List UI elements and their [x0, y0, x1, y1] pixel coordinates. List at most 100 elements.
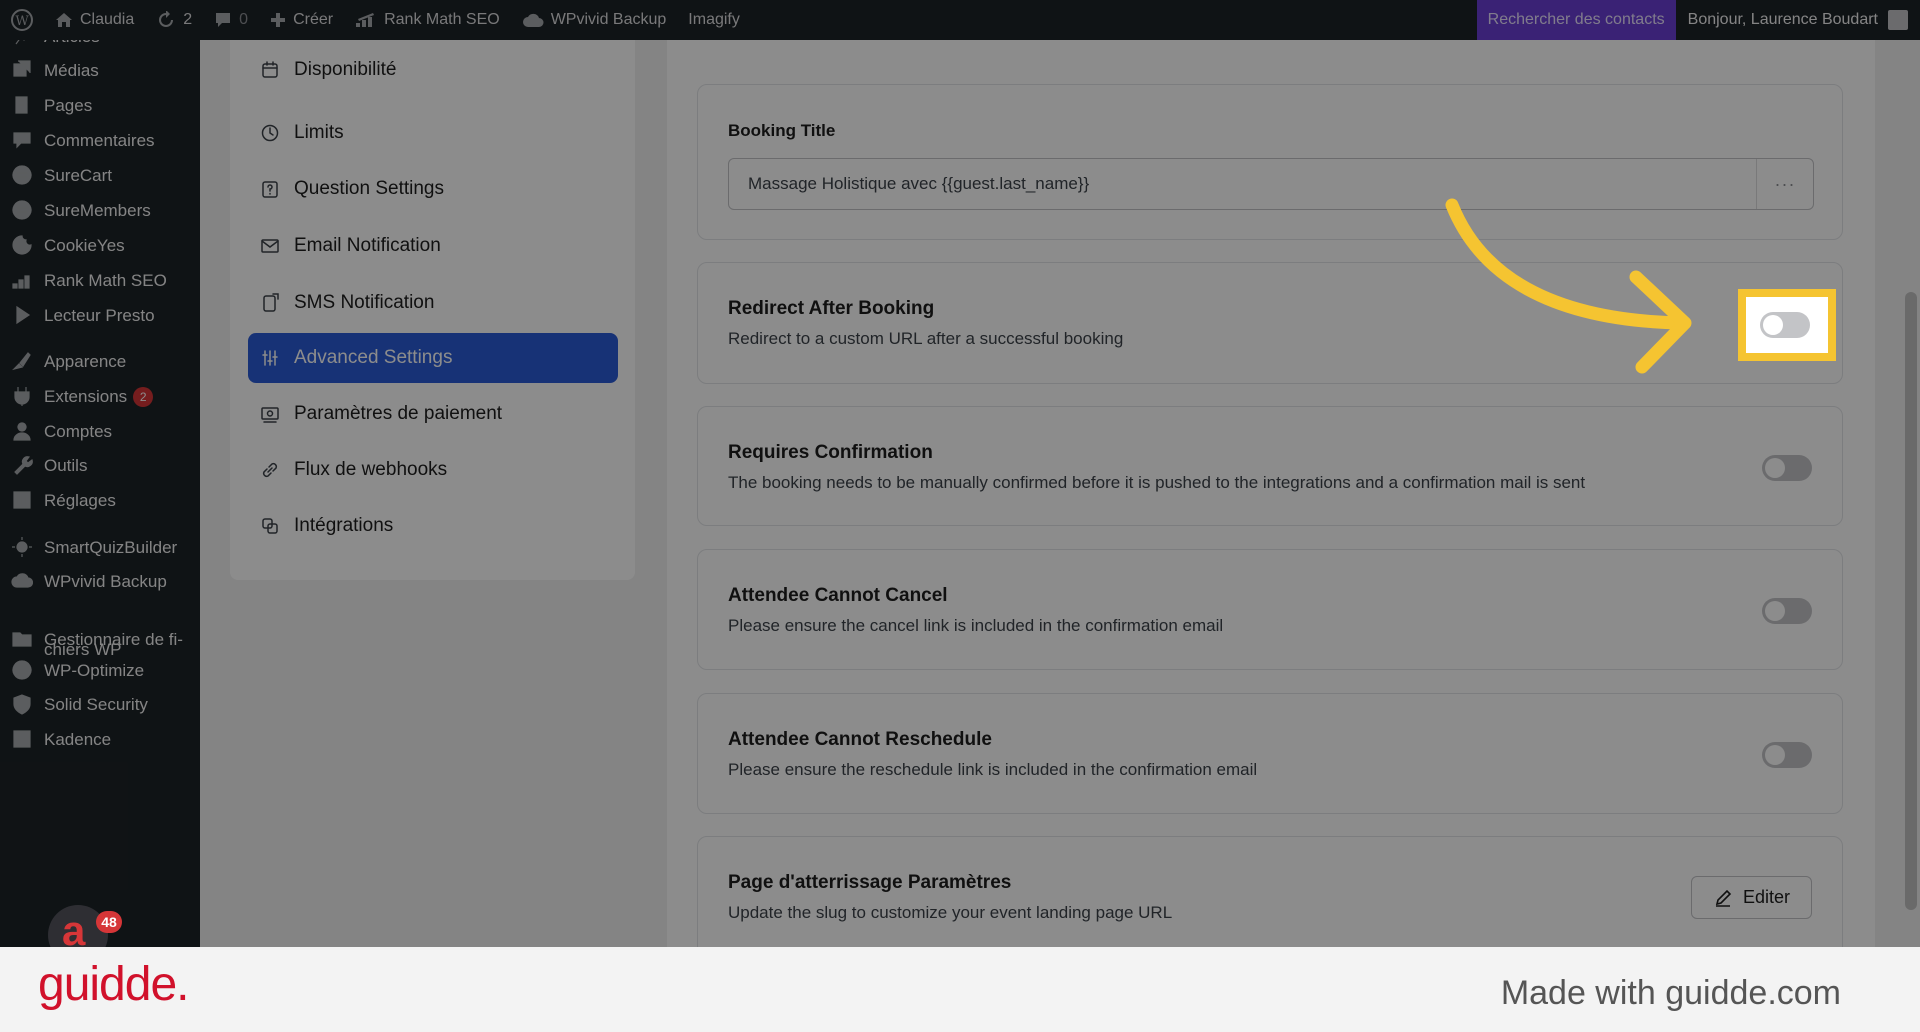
booking-title-label: Booking Title	[728, 121, 836, 140]
sidebar-item-label: CookieYes	[44, 235, 125, 255]
landing-page-title: Page d'atterrissage Paramètres	[728, 872, 1012, 893]
settings-nav-item-disponibilite[interactable]: Disponibilité	[248, 45, 618, 95]
pencil-icon	[1715, 889, 1732, 907]
comments-link[interactable]: 0	[203, 0, 259, 40]
admin-bar: W Claudia 2 0 Créer Rank Math SEO WPvivi…	[0, 0, 1920, 40]
plugin-icon	[10, 384, 34, 408]
imagify-link[interactable]: Imagify	[677, 0, 751, 40]
user-account-menu[interactable]: Bonjour, Laurence Boudart	[1676, 0, 1920, 40]
sidebar-item-label: Médias	[44, 60, 99, 80]
sms-icon	[260, 293, 280, 313]
mail-icon	[260, 236, 280, 256]
more-options-button[interactable]: ···	[1756, 159, 1813, 209]
edit-label: Editer	[1742, 887, 1791, 907]
sidebar-item-label: Réglages	[44, 490, 116, 510]
made-with-text: Made with guidde.com	[1500, 974, 1841, 1012]
settings-nav-label: Email Notification	[294, 235, 441, 256]
cannot-reschedule-title: Attendee Cannot Reschedule	[728, 729, 992, 750]
user-greeting: Bonjour, Laurence Boudart	[1687, 11, 1878, 28]
cannot-cancel-toggle[interactable]	[1762, 598, 1812, 624]
edit-slug-button[interactable]: Editer	[1691, 876, 1812, 919]
comment-icon	[10, 128, 34, 152]
settings-nav-item-email-notification[interactable]: Email Notification	[248, 221, 618, 271]
comment-icon	[216, 13, 231, 27]
settings-nav-label: Intégrations	[294, 515, 394, 536]
rankmath-link[interactable]: Rank Math SEO	[344, 0, 511, 40]
new-label: Créer	[293, 11, 334, 28]
surecart-icon	[10, 163, 34, 187]
cannot-reschedule-toggle[interactable]	[1762, 742, 1812, 768]
cannot-reschedule-description: Please ensure the reschedule link is inc…	[728, 760, 1258, 779]
imagify-label: Imagify	[688, 11, 740, 28]
sidebar-item-label: Solid Security	[44, 694, 148, 714]
new-content-link[interactable]: Créer	[259, 0, 344, 40]
sidebar-item-label: WP-Optimize	[44, 660, 145, 680]
pages-icon	[10, 93, 34, 117]
sidebar-item-label: Comptes	[44, 421, 113, 441]
comments-count: 0	[239, 11, 249, 28]
guidde-logo: guidde.	[38, 958, 189, 1011]
settings-nav-item-integrations[interactable]: Intégrations	[248, 501, 618, 551]
booking-title-value: Massage Holistique avec {{guest.last_nam…	[748, 174, 1090, 193]
redirect-after-booking-toggle[interactable]	[1760, 312, 1810, 338]
gear-icon	[10, 535, 34, 559]
requires-confirmation-toggle[interactable]	[1762, 455, 1812, 481]
settings-nav-label: Paramètres de paiement	[294, 403, 503, 424]
payment-icon	[260, 404, 280, 424]
requires-confirmation-title: Requires Confirmation	[728, 442, 933, 463]
update-count-badge: 2	[133, 387, 154, 408]
sidebar-item-label: WPvivid Backup	[44, 571, 167, 591]
optimize-icon	[10, 658, 34, 682]
user-icon	[10, 419, 34, 443]
sidebar-item-label: Extensions 2	[44, 385, 154, 408]
sidebar-item-label: Rank Math SEO	[44, 270, 167, 290]
sidebar-item-label: Kadence	[44, 729, 112, 749]
sidebar-item-label: SureCart	[44, 165, 113, 185]
settings-nav-item-advanced-settings[interactable]: Advanced Settings	[248, 333, 618, 383]
settings-nav-label: Limits	[294, 122, 344, 143]
admin-sidebar: Articles Médias Pages Commentaires SureCart S…	[0, 40, 200, 947]
updates-link[interactable]: 2	[145, 0, 203, 40]
shield-icon	[10, 692, 34, 716]
sidebar-item-label: Articles	[44, 40, 100, 48]
sidebar-item-label: Apparence	[44, 351, 127, 371]
calendar-icon	[260, 60, 280, 80]
settings-nav-label: SMS Notification	[294, 292, 435, 313]
sidebar-item-label: Commentaires	[44, 130, 155, 150]
folder-icon	[10, 627, 34, 651]
cannot-cancel-title: Attendee Cannot Cancel	[728, 585, 948, 606]
toggle-knob	[1765, 458, 1785, 478]
pin-icon	[10, 40, 34, 48]
sliders-icon	[260, 348, 280, 368]
toggle-knob	[1765, 601, 1785, 621]
settings-nav-item-limits[interactable]: Limits	[248, 108, 618, 158]
wordpress-logo-icon[interactable]: W	[0, 0, 44, 40]
search-contacts-button[interactable]: Rechercher des contacts	[1476, 0, 1676, 40]
play-icon	[10, 303, 34, 327]
settings-icon	[10, 488, 34, 512]
link-icon	[260, 460, 280, 480]
brush-icon	[10, 349, 34, 373]
attendee-cannot-reschedule-card: Attendee Cannot Reschedule Please ensure…	[697, 693, 1843, 814]
cloud-icon	[522, 13, 544, 27]
settings-nav-item-sms-notification[interactable]: SMS Notification	[248, 278, 618, 328]
svg-text:W: W	[15, 14, 29, 29]
landing-page-card: Page d'atterrissage Paramètres Update th…	[697, 836, 1843, 947]
sidebar-item-label: Outils	[44, 455, 88, 475]
question-icon	[260, 179, 280, 199]
sidebar-item-gestionnaire-de-fi[interactable]: Gestionnaire de fi-chiers WP	[0, 616, 200, 662]
plus-icon	[271, 13, 286, 27]
scrollbar-thumb[interactable]	[1905, 292, 1917, 910]
settings-nav-item-question-settings[interactable]: Question Settings	[248, 164, 618, 214]
page-scrollbar[interactable]	[1902, 40, 1920, 947]
cloud-icon	[10, 569, 34, 593]
redirect-title: Redirect After Booking	[728, 298, 935, 319]
integrations-icon	[260, 516, 280, 536]
landing-page-description: Update the slug to customize your event …	[728, 903, 1173, 922]
cookie-icon	[10, 233, 34, 257]
site-name-link[interactable]: Claudia	[44, 0, 145, 40]
sidebar-item-label: Pages	[44, 95, 93, 115]
settings-nav-item-parametres-de-paiement[interactable]: Paramètres de paiement	[248, 389, 618, 439]
wpvivid-link[interactable]: WPvivid Backup	[511, 0, 678, 40]
settings-nav-item-flux-de-webhooks[interactable]: Flux de webhooks	[248, 445, 618, 495]
